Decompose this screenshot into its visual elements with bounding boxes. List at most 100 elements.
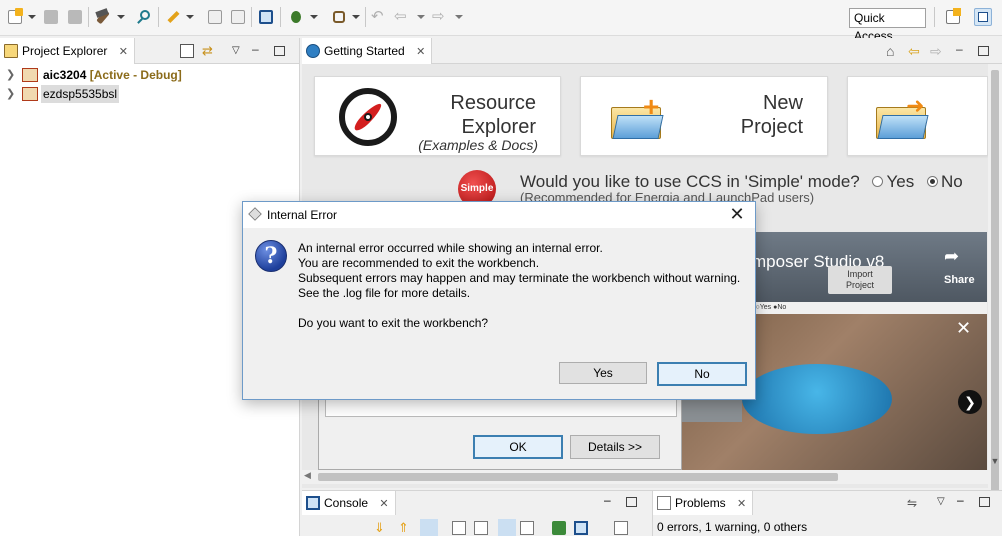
scroll-left-icon[interactable]: ◀ bbox=[304, 470, 311, 481]
launch-dropdown-arrow[interactable] bbox=[186, 15, 194, 19]
expand-arrow-icon[interactable]: ❯ bbox=[6, 66, 15, 84]
simple-yes-label[interactable]: Yes bbox=[886, 172, 914, 191]
forward-icon[interactable]: ⇨ bbox=[432, 8, 450, 26]
maximize-icon[interactable] bbox=[979, 497, 990, 507]
folder-arrow-icon: ➜ bbox=[876, 95, 929, 139]
share-icon[interactable]: ➦ bbox=[944, 246, 959, 267]
perspective-icon[interactable] bbox=[944, 8, 962, 26]
minimize-icon[interactable]: – bbox=[604, 494, 618, 509]
back-dropdown-arrow[interactable] bbox=[417, 15, 425, 19]
close-icon[interactable]: ✕ bbox=[119, 46, 128, 58]
forward-icon[interactable]: ⇨ bbox=[930, 44, 944, 58]
back-icon[interactable]: ⇦ bbox=[394, 8, 412, 26]
dialog-message-line: You are recommended to exit the workbenc… bbox=[298, 256, 540, 270]
maximize-icon[interactable] bbox=[274, 46, 285, 56]
no-button[interactable]: No bbox=[657, 362, 747, 386]
terminal-icon[interactable] bbox=[257, 8, 275, 26]
next-video-icon[interactable]: ❯ bbox=[958, 390, 982, 414]
tree-item-aic3204[interactable]: ❯ aic3204 [Active - Debug] bbox=[0, 66, 300, 84]
forward-dropdown-arrow[interactable] bbox=[455, 15, 463, 19]
vertical-scrollbar[interactable] bbox=[988, 64, 1002, 496]
close-icon[interactable]: ✕ bbox=[379, 498, 388, 510]
properties-icon[interactable] bbox=[229, 8, 247, 26]
simple-yes-radio[interactable] bbox=[872, 176, 884, 188]
clear-console-icon[interactable] bbox=[452, 521, 466, 535]
maximize-icon[interactable] bbox=[626, 497, 637, 507]
scroll-lock-icon[interactable] bbox=[474, 521, 488, 535]
toolbar-separator bbox=[158, 7, 159, 27]
import-project-card[interactable]: ➜ bbox=[847, 76, 988, 156]
minimize-icon[interactable]: – bbox=[957, 494, 971, 509]
tab-project-explorer[interactable]: Project Explorer ✕ bbox=[0, 38, 135, 64]
tool-dropdown-arrow[interactable] bbox=[352, 15, 360, 19]
open-file-icon[interactable] bbox=[206, 8, 224, 26]
tree-item-ezdsp5535bsl[interactable]: ❯ ezdsp5535bsl bbox=[0, 85, 300, 103]
new-dropdown-arrow[interactable] bbox=[28, 15, 36, 19]
pin-console-icon[interactable] bbox=[520, 521, 534, 535]
dialog-message-line: Subsequent errors may happen and may ter… bbox=[298, 271, 741, 285]
view-menu-icon[interactable]: ▽ bbox=[232, 44, 246, 58]
ccs-edit-icon[interactable] bbox=[974, 8, 992, 26]
card-title: New Project bbox=[741, 91, 803, 139]
yes-button[interactable]: Yes bbox=[559, 362, 647, 384]
display-console-icon[interactable] bbox=[552, 521, 566, 535]
collapse-all-icon[interactable] bbox=[180, 44, 194, 58]
build-icon[interactable] bbox=[94, 8, 112, 26]
close-icon[interactable]: ✕ bbox=[737, 498, 746, 510]
tab-label: Project Explorer bbox=[22, 44, 108, 58]
tab-problems[interactable]: Problems ✕ bbox=[653, 491, 754, 515]
scrollbar-thumb[interactable] bbox=[991, 70, 999, 496]
internal-error-dialog: Internal Error ✕ ? An internal error occ… bbox=[242, 201, 756, 400]
debug-launch-icon[interactable] bbox=[164, 8, 182, 26]
save-icon[interactable] bbox=[42, 8, 60, 26]
filter-icon[interactable]: ⇋ bbox=[907, 496, 921, 510]
debug-icon[interactable] bbox=[287, 8, 305, 26]
close-icon[interactable]: ✕ bbox=[416, 46, 425, 58]
new-console-icon[interactable] bbox=[614, 521, 628, 535]
console-icon bbox=[306, 496, 320, 510]
video-import-card: Import Project bbox=[828, 266, 892, 294]
video-pool-shape bbox=[742, 364, 892, 434]
minimize-icon[interactable]: – bbox=[956, 43, 970, 58]
build-dropdown-arrow[interactable] bbox=[117, 15, 125, 19]
back-icon[interactable]: ⇦ bbox=[908, 44, 922, 58]
minimize-icon[interactable]: – bbox=[252, 43, 266, 58]
close-icon[interactable]: ✕ bbox=[727, 204, 747, 225]
resource-explorer-card[interactable]: Resource Explorer (Examples & Docs) bbox=[314, 76, 561, 156]
horizontal-scrollbar[interactable]: ◀ bbox=[302, 470, 988, 484]
project-explorer-icon bbox=[4, 44, 18, 58]
word-wrap-icon[interactable] bbox=[498, 519, 516, 536]
view-menu-icon[interactable]: ▽ bbox=[937, 495, 951, 509]
home-icon[interactable]: ⌂ bbox=[886, 44, 900, 58]
scroll-down-icon[interactable]: ▼ bbox=[988, 456, 1002, 470]
details-button[interactable]: Details >> bbox=[570, 435, 660, 459]
simple-mode-question: Would you like to use CCS in 'Simple' mo… bbox=[520, 172, 963, 192]
dialog-title: Internal Error bbox=[267, 208, 338, 222]
search-icon[interactable] bbox=[135, 8, 153, 26]
debug-dropdown-arrow[interactable] bbox=[310, 15, 318, 19]
simple-no-radio[interactable] bbox=[926, 176, 938, 188]
quick-access-field[interactable]: Quick Access bbox=[849, 8, 926, 43]
expand-arrow-icon[interactable]: ❯ bbox=[6, 85, 15, 103]
dialog-titlebar[interactable]: Internal Error ✕ bbox=[243, 202, 755, 228]
ok-button[interactable]: OK bbox=[473, 435, 563, 459]
link-icon[interactable] bbox=[420, 519, 438, 536]
close-icon[interactable]: ✕ bbox=[956, 318, 971, 339]
toolbar-separator bbox=[88, 7, 89, 27]
tool-icon[interactable] bbox=[330, 8, 348, 26]
new-project-card[interactable]: + New Project bbox=[580, 76, 828, 156]
back-disabled-icon[interactable]: ↶ bbox=[371, 8, 389, 26]
link-with-editor-icon[interactable]: ⇄ bbox=[202, 44, 216, 58]
scrollbar-thumb[interactable] bbox=[318, 473, 838, 481]
arrow-down-icon[interactable]: ⇓ bbox=[374, 521, 388, 535]
console-pane: Console ✕ – ⇓ ⇑ bbox=[302, 490, 652, 536]
simple-no-label[interactable]: No bbox=[941, 172, 963, 191]
tab-console[interactable]: Console ✕ bbox=[302, 491, 396, 515]
new-icon[interactable] bbox=[6, 8, 24, 26]
tab-getting-started[interactable]: Getting Started ✕ bbox=[302, 38, 433, 64]
arrow-up-icon[interactable]: ⇑ bbox=[398, 521, 412, 535]
open-console-icon[interactable] bbox=[574, 521, 588, 535]
getting-started-icon bbox=[306, 44, 320, 58]
maximize-icon[interactable] bbox=[978, 46, 989, 56]
save-all-icon[interactable] bbox=[66, 8, 84, 26]
